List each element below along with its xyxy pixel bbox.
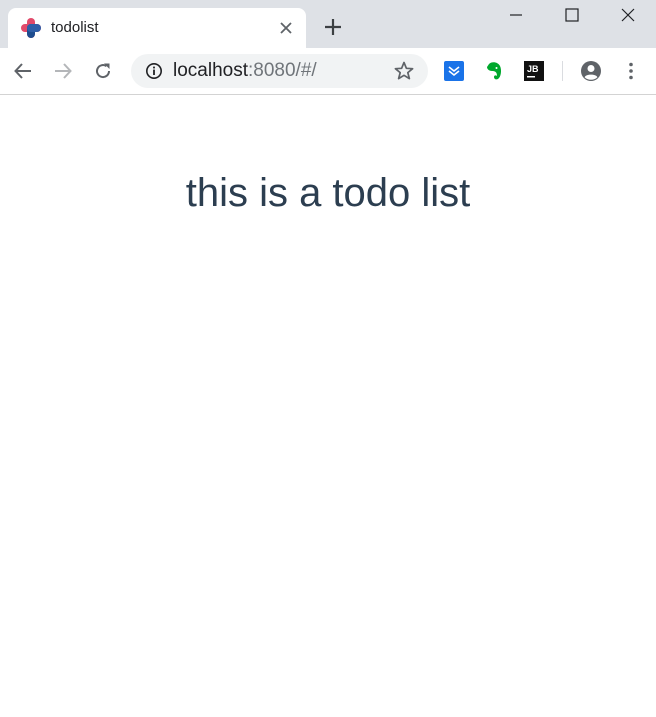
new-tab-button[interactable] bbox=[320, 14, 346, 40]
info-icon[interactable] bbox=[145, 62, 163, 80]
browser-tab[interactable]: todolist bbox=[8, 8, 306, 48]
reload-icon bbox=[96, 63, 111, 79]
favicon-icon bbox=[21, 18, 41, 38]
toolbar-separator bbox=[562, 61, 563, 81]
minimize-button[interactable] bbox=[488, 0, 544, 30]
minimize-icon bbox=[510, 14, 522, 16]
reload-button[interactable] bbox=[89, 57, 117, 85]
page-heading: this is a todo list bbox=[185, 171, 471, 215]
maximize-icon bbox=[565, 8, 579, 22]
browser-toolbar: localhost:8080/#/ JB bbox=[0, 48, 656, 95]
forward-arrow-icon bbox=[55, 63, 72, 79]
profile-icon[interactable] bbox=[580, 60, 602, 82]
close-icon bbox=[280, 22, 292, 34]
tab-strip: todolist bbox=[0, 0, 656, 48]
window-close-icon bbox=[621, 8, 635, 22]
plus-icon bbox=[325, 19, 341, 35]
menu-dots-icon[interactable] bbox=[620, 60, 642, 82]
url-text[interactable]: localhost:8080/#/ bbox=[173, 61, 317, 81]
maximize-button[interactable] bbox=[544, 0, 600, 30]
evernote-icon[interactable] bbox=[483, 60, 505, 82]
back-arrow-icon bbox=[14, 63, 31, 79]
extension-download-icon[interactable] bbox=[443, 60, 465, 82]
window-close-button[interactable] bbox=[600, 0, 656, 30]
url-path: :8080/#/ bbox=[248, 60, 317, 81]
svg-text:JB: JB bbox=[527, 64, 539, 74]
tab-close-button[interactable] bbox=[276, 18, 296, 38]
forward-button[interactable] bbox=[49, 57, 77, 85]
address-bar[interactable]: localhost:8080/#/ bbox=[131, 54, 428, 88]
page-viewport: this is a todo list bbox=[0, 96, 656, 717]
jetbrains-icon[interactable]: JB bbox=[523, 60, 545, 82]
back-button[interactable] bbox=[9, 57, 37, 85]
star-icon[interactable] bbox=[393, 60, 415, 82]
tab-title: todolist bbox=[51, 19, 99, 36]
url-host: localhost bbox=[173, 60, 248, 81]
